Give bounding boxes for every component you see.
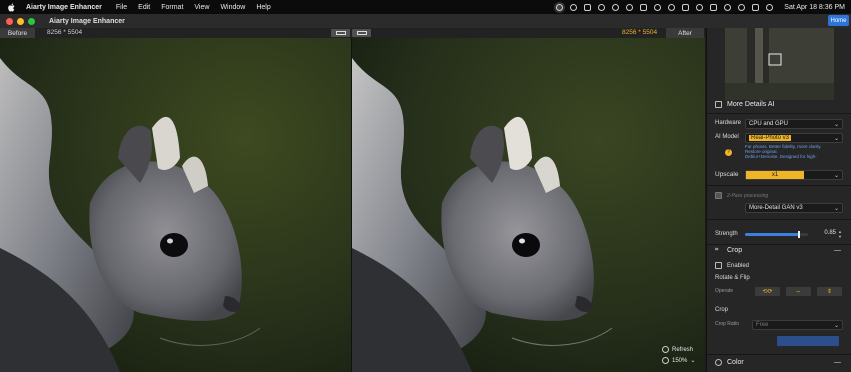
two-pass-label: 2-Pass processing bbox=[727, 192, 769, 199]
tray-tool-icon[interactable] bbox=[612, 3, 620, 11]
crop-icon: ⌗ bbox=[715, 247, 719, 253]
two-pass-row[interactable]: 2-Pass processing bbox=[715, 192, 845, 199]
tray-screen-icon[interactable] bbox=[584, 3, 592, 11]
color-section-header[interactable]: Color — bbox=[715, 359, 845, 366]
crop-sub-row: Crop bbox=[715, 307, 845, 313]
tray-sync-icon[interactable] bbox=[654, 3, 662, 11]
zoom-control[interactable]: 150% ⌄ bbox=[662, 355, 704, 366]
settings-panel: More Details AI Hardware CPU and GPU ⌄ AI… bbox=[706, 28, 851, 372]
operate-label: Operate bbox=[715, 288, 734, 294]
zoom-window-button[interactable] bbox=[28, 17, 35, 25]
info-icon[interactable]: ? bbox=[725, 149, 732, 156]
after-image[interactable] bbox=[352, 38, 705, 372]
strength-slider-fill bbox=[745, 233, 799, 236]
strength-value[interactable]: 0.85 bbox=[817, 230, 836, 239]
tray-status-icon[interactable] bbox=[626, 3, 634, 11]
minimize-window-button[interactable] bbox=[17, 17, 24, 25]
tray-audio-icon[interactable] bbox=[696, 3, 704, 11]
ai-model-description: For photos. Better fidelity, more clarit… bbox=[745, 144, 822, 159]
menu-help[interactable]: Help bbox=[256, 4, 270, 11]
collapse-icon[interactable]: — bbox=[834, 247, 841, 254]
crop-enabled-label: Enabled bbox=[727, 262, 750, 269]
menu-view[interactable]: View bbox=[194, 4, 209, 11]
crop-sub-label: Crop bbox=[715, 307, 729, 313]
more-details-title: More Details AI bbox=[727, 101, 775, 108]
status-tray: Sat Apr 18 8:36 PM bbox=[556, 0, 845, 14]
apply-crop-button[interactable] bbox=[777, 336, 839, 346]
control-center-icon[interactable] bbox=[752, 3, 760, 11]
before-dimensions: 8256 * 5504 bbox=[47, 29, 83, 36]
menu-file[interactable]: File bbox=[116, 4, 127, 11]
two-pass-model-select[interactable]: More-Detail GAN v3 ⌄ bbox=[745, 203, 843, 213]
menu-app-name[interactable]: Aiarty Image Enhancer bbox=[26, 4, 102, 11]
more-details-row[interactable]: More Details AI bbox=[715, 101, 845, 108]
tray-monitor-icon[interactable] bbox=[640, 3, 648, 11]
window-title: Aiarty Image Enhancer bbox=[49, 17, 125, 25]
color-icon bbox=[715, 359, 722, 366]
tray-cloud-icon[interactable] bbox=[668, 3, 676, 11]
strength-slider[interactable] bbox=[745, 231, 808, 238]
crop-title: Crop bbox=[727, 247, 743, 254]
upscale-label: Upscale bbox=[715, 171, 739, 178]
flip-horizontal-button[interactable]: ⇔ bbox=[786, 287, 811, 296]
window-title-bar: Aiarty Image Enhancer Home bbox=[0, 14, 851, 28]
upscale-select[interactable]: x1 ⌄ bbox=[745, 170, 843, 180]
refresh-label: Refresh bbox=[672, 346, 694, 353]
crop-enabled-checkbox[interactable] bbox=[715, 262, 722, 269]
rotate-button[interactable]: ⟲⟳ bbox=[755, 287, 780, 296]
menu-edit[interactable]: Edit bbox=[138, 4, 150, 11]
crop-ratio-select[interactable]: Free ⌄ bbox=[752, 320, 843, 330]
tray-app-icon[interactable] bbox=[556, 3, 564, 11]
battery-icon[interactable] bbox=[710, 3, 718, 11]
split-view-button[interactable] bbox=[331, 29, 350, 37]
home-button[interactable]: Home bbox=[828, 15, 849, 26]
after-label: After bbox=[666, 28, 704, 38]
navigator-thumbnail[interactable] bbox=[725, 28, 834, 100]
menu-window[interactable]: Window bbox=[220, 4, 245, 11]
viewer-controls: Refresh 150% ⌄ bbox=[662, 344, 704, 370]
after-dimensions: 8256 * 5504 bbox=[622, 29, 658, 36]
search-icon[interactable] bbox=[738, 3, 746, 11]
strength-label: Strength bbox=[715, 231, 738, 237]
ai-model-label: AI Model bbox=[715, 134, 739, 140]
hardware-select[interactable]: CPU and GPU ⌄ bbox=[745, 119, 843, 129]
two-pass-checkbox[interactable] bbox=[715, 192, 722, 199]
ai-model-select[interactable]: Real-Photo v3 ⌄ bbox=[745, 133, 843, 143]
before-image[interactable] bbox=[0, 38, 351, 372]
before-label: Before bbox=[0, 28, 35, 38]
strength-stepper[interactable]: ▲ ▼ bbox=[838, 229, 843, 239]
crop-section-header[interactable]: ⌗ Crop — bbox=[715, 247, 845, 254]
tray-keyboard-icon[interactable] bbox=[682, 3, 690, 11]
wifi-icon[interactable] bbox=[724, 3, 732, 11]
tray-chrome-icon[interactable] bbox=[598, 3, 606, 11]
zoom-icon bbox=[662, 357, 669, 364]
rotate-flip-label: Rotate & Flip bbox=[715, 275, 750, 281]
menu-clock[interactable]: Sat Apr 18 8:36 PM bbox=[784, 4, 845, 11]
hardware-label: Hardware bbox=[715, 120, 742, 126]
chevron-down-icon[interactable]: ⌄ bbox=[690, 357, 695, 364]
color-title: Color bbox=[727, 359, 744, 366]
strength-slider-thumb[interactable] bbox=[797, 231, 800, 238]
side-by-side-view-button[interactable] bbox=[352, 29, 371, 37]
zoom-level: 150% bbox=[672, 357, 688, 364]
crop-enabled-row[interactable]: Enabled bbox=[715, 262, 845, 269]
tray-clock-icon[interactable] bbox=[570, 3, 578, 11]
refresh-icon bbox=[662, 346, 669, 353]
collapse-icon[interactable]: — bbox=[834, 359, 841, 366]
flip-vertical-button[interactable]: ⇕ bbox=[817, 287, 842, 296]
checkbox-icon[interactable] bbox=[715, 101, 722, 108]
close-window-button[interactable] bbox=[6, 17, 13, 25]
macos-menu-bar: Aiarty Image Enhancer File Edit Format V… bbox=[0, 0, 851, 14]
menu-format[interactable]: Format bbox=[161, 4, 183, 11]
view-mode-toggle bbox=[331, 29, 371, 37]
apple-icon[interactable] bbox=[8, 3, 16, 12]
siri-icon[interactable] bbox=[766, 3, 774, 11]
compare-strip: Before 8256 * 5504 8256 * 5504 After bbox=[0, 28, 705, 38]
crop-ratio-label: Crop Ratio bbox=[715, 321, 739, 327]
rotate-flip-row: Rotate & Flip bbox=[715, 275, 845, 281]
refresh-button[interactable]: Refresh bbox=[662, 344, 704, 355]
